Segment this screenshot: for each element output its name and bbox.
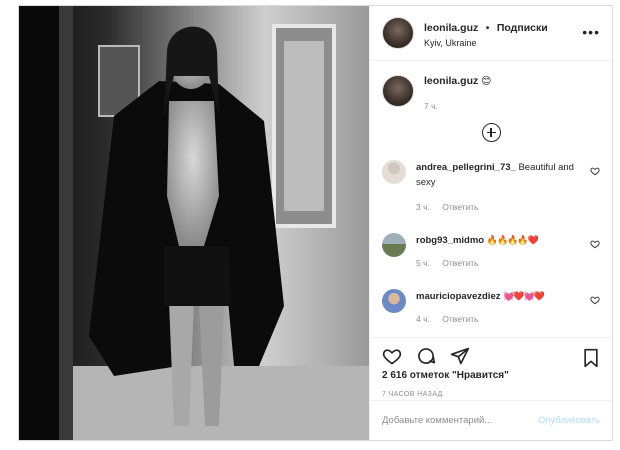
bookmark-icon[interactable]	[582, 348, 600, 368]
comment-time[interactable]: 3 ч.	[416, 202, 430, 212]
comment-time[interactable]: 5 ч.	[416, 258, 430, 268]
reply-button[interactable]: Ответить	[442, 202, 478, 212]
caption-username[interactable]: leonila.guz	[424, 75, 478, 87]
comment-like-icon[interactable]	[590, 239, 600, 249]
post-header: leonila.guz • Подписки Kyiv, Ukraine •••	[370, 6, 612, 62]
plus-circle-icon[interactable]	[481, 123, 501, 143]
comment-like-icon[interactable]	[590, 295, 600, 305]
comment-item: mauriciopavezdiez 💓❤️💓❤️ 4 ч. Ответить	[382, 289, 600, 327]
comment-item: andrea_pellegrini_73_ Beautiful and sexy…	[382, 160, 600, 215]
post-photo[interactable]	[19, 6, 370, 440]
separator-dot: •	[485, 22, 490, 35]
heart-icon[interactable]	[382, 346, 402, 366]
reply-button[interactable]: Ответить	[442, 314, 478, 324]
caption-time[interactable]: 7 ч.	[424, 101, 491, 111]
follow-status-button[interactable]: Подписки	[497, 22, 548, 34]
comment-avatar[interactable]	[382, 289, 406, 314]
author-avatar[interactable]	[382, 17, 414, 50]
comment-text: 💓❤️💓❤️	[503, 291, 545, 302]
post-card: leonila.guz • Подписки Kyiv, Ukraine •••…	[18, 5, 613, 441]
comment-username[interactable]: mauriciopavezdiez	[416, 291, 500, 302]
comment-text: 🔥🔥🔥🔥❤️	[486, 235, 539, 246]
post-location[interactable]: Kyiv, Ukraine	[424, 38, 548, 48]
caption: leonila.guz 😊 7 ч.	[382, 75, 600, 111]
caption-avatar[interactable]	[382, 75, 414, 108]
post-timestamp[interactable]: 7 ЧАСОВ НАЗАД	[382, 391, 600, 398]
comment-avatar[interactable]	[382, 160, 406, 185]
comment-input[interactable]: Добавьте комментарий...	[382, 415, 538, 426]
photo-image	[19, 6, 369, 440]
likes-count[interactable]: 2 616 отметок "Нравится"	[382, 370, 600, 381]
comment-item: robg93_midmo 🔥🔥🔥🔥❤️ 5 ч. Ответить	[382, 233, 600, 271]
publish-button[interactable]: Опубликовать	[538, 415, 600, 426]
comment-time[interactable]: 4 ч.	[416, 314, 430, 324]
send-icon[interactable]	[450, 346, 470, 366]
add-comment-bar: Добавьте комментарий... Опубликовать	[370, 400, 612, 440]
author-info: leonila.guz • Подписки Kyiv, Ukraine	[424, 18, 548, 48]
comment-username[interactable]: robg93_midmo	[416, 235, 484, 246]
post-side-panel: leonila.guz • Подписки Kyiv, Ukraine •••…	[370, 6, 612, 440]
comment-like-icon[interactable]	[590, 166, 600, 176]
comment-icon[interactable]	[416, 346, 436, 366]
more-horizontal-icon[interactable]: •••	[582, 25, 600, 39]
comment-avatar[interactable]	[382, 233, 406, 258]
reply-button[interactable]: Ответить	[442, 258, 478, 268]
author-username[interactable]: leonila.guz	[424, 22, 478, 34]
post-actions: 2 616 отметок "Нравится" 7 ЧАСОВ НАЗАД	[370, 337, 612, 398]
comment-username[interactable]: andrea_pellegrini_73_	[416, 162, 516, 173]
caption-text: 😊	[481, 76, 492, 88]
comments-list: leonila.guz 😊 7 ч. andrea_pellegrini_73_…	[370, 61, 612, 337]
